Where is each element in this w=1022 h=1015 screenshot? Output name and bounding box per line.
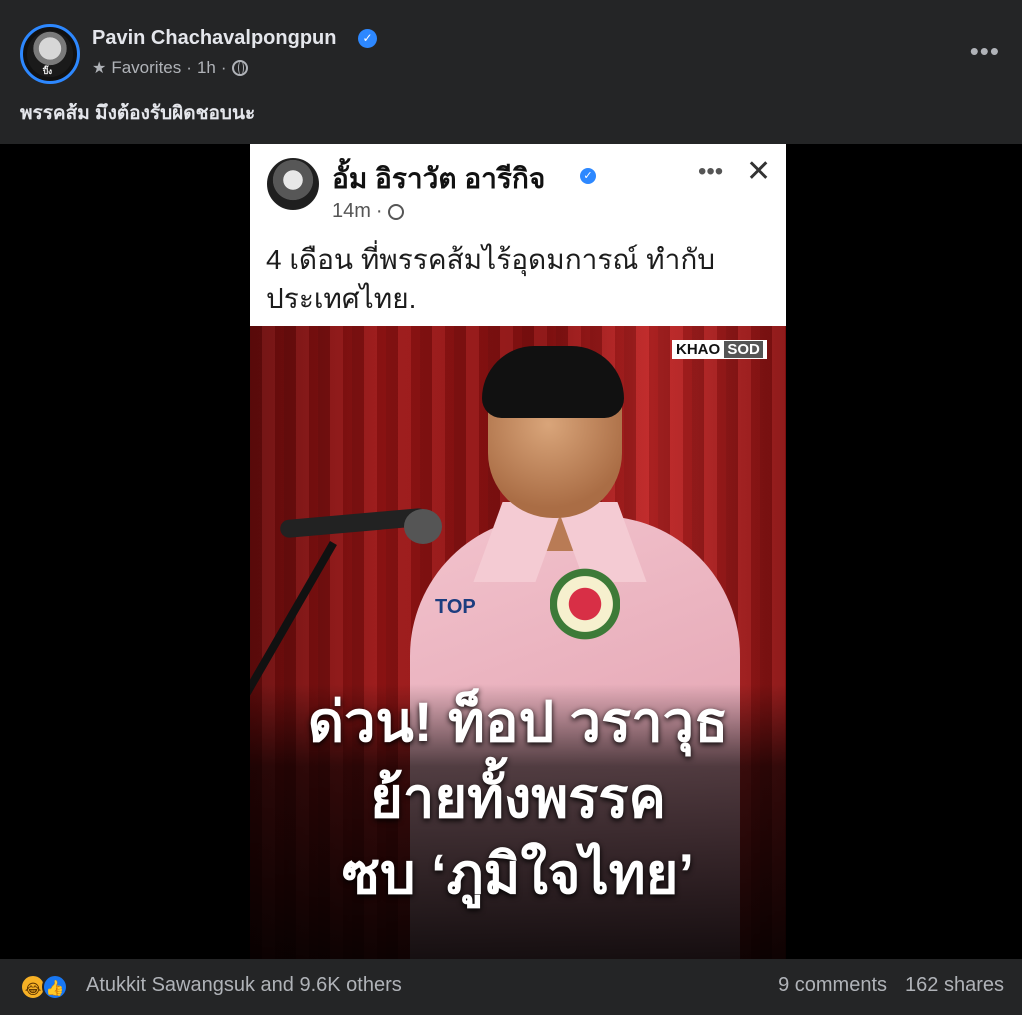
author-avatar[interactable]: ปิ๊ง — [20, 24, 80, 84]
embedded-post-header: อั้ม อิราวัต อารีกิจ ✓ 14m · ••• ✕ 4 เดื… — [250, 144, 786, 326]
post-footer: 😂 👍 Atukkit Sawangsuk and 9.6K others 9 … — [0, 960, 1022, 1015]
reaction-icons[interactable]: 😂 👍 — [20, 974, 78, 1000]
shares-count[interactable]: 162 shares — [905, 974, 1004, 997]
post-caption: พรรคส้ม มึงต้องรับผิดชอบนะ — [20, 103, 256, 124]
meta-dot: · — [186, 58, 192, 77]
embedded-avatar — [267, 158, 319, 210]
more-options-icon[interactable]: ••• — [970, 36, 1000, 67]
embedded-author-name: อั้ม อิราวัต อารีกิจ — [332, 163, 546, 194]
public-globe-icon — [231, 60, 248, 76]
mic-stand — [250, 541, 337, 701]
embedded-post-time: 14m · — [332, 200, 404, 223]
post-header: ปิ๊ง Pavin Chachavalpongpun ✓ ★ Favorite… — [20, 22, 1010, 84]
engagement-counts: 9 comments 162 shares — [778, 974, 1004, 997]
embedded-screenshot: อั้ม อิราวัต อารีกิจ ✓ 14m · ••• ✕ 4 เดื… — [250, 144, 786, 959]
headline-line-3: ซบ ‘ภูมิใจไทย’ — [341, 842, 695, 905]
logo-right-text: SOD — [724, 341, 763, 358]
embedded-post-text: 4 เดือน ที่พรรคส้มไร้อุดมการณ์ ทำกับประเ… — [266, 244, 716, 314]
microphone-head — [404, 509, 442, 544]
shirt-logo: TOP — [435, 596, 476, 618]
comments-count[interactable]: 9 comments — [778, 974, 887, 997]
news-headline: ด่วน! ท็อป วราวุธ ย้ายทั้งพรรค ซบ ‘ภูมิใ… — [250, 684, 786, 959]
post-card: ปิ๊ง Pavin Chachavalpongpun ✓ ★ Favorite… — [0, 0, 1022, 1015]
headline-line-2: ย้ายทั้งพรรค — [370, 766, 666, 829]
news-photo: KHAO SOD TOP ด่วน! ท็อป วราวุธ ย้ายทั้งพ… — [250, 326, 786, 959]
meta-dot: · — [220, 58, 227, 77]
headline-line-1: ด่วน! ท็อป วราวุธ — [307, 690, 729, 753]
embedded-close-icon: ✕ — [746, 155, 772, 188]
corsage-flower — [550, 564, 620, 644]
logo-left-text: KHAO — [676, 341, 721, 358]
post-time[interactable]: 1h — [197, 58, 216, 78]
person-hair — [482, 346, 624, 418]
audience-label[interactable]: Favorites — [111, 58, 181, 78]
author-name[interactable]: Pavin Chachavalpongpun — [92, 27, 336, 50]
embedded-dot: · — [375, 200, 383, 222]
like-reaction-icon: 👍 — [42, 974, 68, 1000]
embedded-time-text: 14m — [332, 200, 371, 222]
reactions-summary[interactable]: Atukkit Sawangsuk and 9.6K others — [86, 974, 402, 997]
embedded-globe-icon — [387, 203, 404, 220]
khaosod-logo: KHAO SOD — [672, 340, 767, 359]
favorites-star-icon: ★ — [92, 60, 107, 77]
post-media[interactable]: อั้ม อิราวัต อารีกิจ ✓ 14m · ••• ✕ 4 เดื… — [0, 144, 1022, 959]
embedded-more-icon: ••• — [698, 158, 724, 185]
verified-badge-icon: ✓ — [358, 29, 377, 48]
avatar-label: ปิ๊ง — [43, 67, 52, 76]
embedded-verified-icon: ✓ — [580, 168, 596, 184]
post-meta: ★ Favorites · 1h · — [92, 58, 248, 78]
